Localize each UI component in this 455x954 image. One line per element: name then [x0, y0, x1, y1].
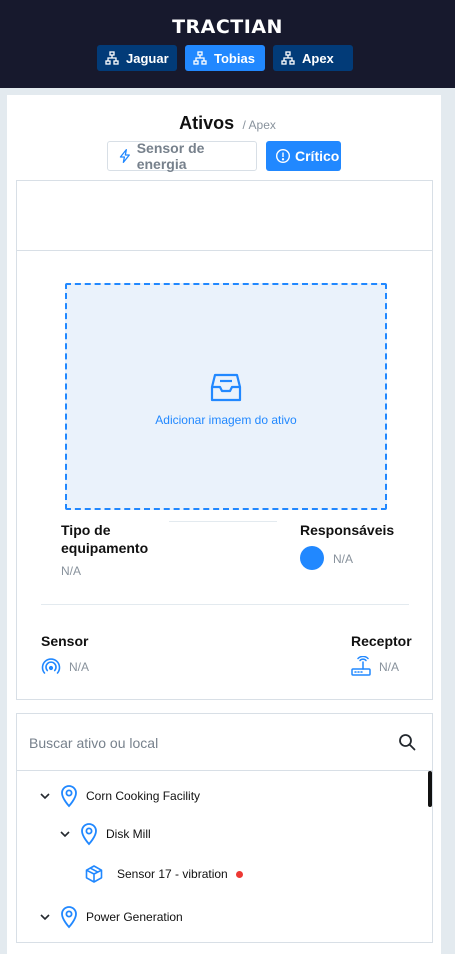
asset-detail-card: Adicionar imagem do ativo Tipo de equipa…	[16, 180, 433, 700]
logo: TRACTIAN	[172, 16, 283, 38]
company-label: Jaguar	[126, 50, 169, 66]
chevron-down-icon[interactable]	[39, 911, 51, 923]
org-tree-icon	[281, 51, 295, 65]
equipment-type-value: N/A	[61, 564, 82, 578]
chevron-down-icon[interactable]	[39, 790, 51, 802]
critical-status-dot	[235, 870, 243, 878]
tree-item-sensor-17-vibration[interactable]: Sensor 17 - vibration	[84, 861, 243, 887]
divider	[41, 604, 409, 605]
divider	[169, 521, 277, 522]
page-title-row: Ativos / Apex	[0, 113, 455, 134]
tree-item-label: Corn Cooking Facility	[86, 789, 201, 803]
tree-item-label: Sensor 17 - vibration	[117, 867, 228, 881]
lightning-icon	[119, 148, 130, 164]
chevron-down-icon[interactable]	[59, 828, 71, 840]
responsibles-label: Responsáveis	[300, 522, 395, 538]
sensor-value: N/A	[69, 660, 90, 674]
org-tree-icon	[105, 51, 119, 65]
router-icon	[351, 656, 371, 676]
search-input[interactable]	[29, 732, 389, 754]
search-bar	[17, 714, 432, 771]
sensor-label: Sensor	[41, 633, 89, 649]
energy-sensor-filter-button[interactable]: Sensor de energia	[107, 140, 257, 172]
location-pin-icon	[61, 785, 77, 808]
company-button-jaguar[interactable]: Jaguar	[97, 45, 177, 71]
company-label: Apex	[302, 50, 334, 66]
breadcrumb: / Apex	[242, 118, 276, 132]
tree-item-label: Disk Mill	[106, 827, 151, 841]
image-upload-area[interactable]: Adicionar imagem do ativo	[65, 283, 387, 510]
responsibles-value: N/A	[333, 552, 354, 566]
info-circle-icon	[275, 148, 291, 164]
top-header: TRACTIAN Jaguar Tobias Apex	[0, 0, 455, 88]
critical-filter-button[interactable]: Crítico	[266, 141, 341, 171]
tree-item-power-generation[interactable]: Power Generation	[39, 904, 183, 930]
page-title: Ativos	[179, 113, 235, 133]
search-icon[interactable]	[398, 733, 416, 751]
org-tree-icon	[193, 51, 207, 65]
company-label: Tobias	[214, 50, 255, 66]
company-button-apex[interactable]: Apex	[273, 45, 353, 71]
scrollbar[interactable]	[428, 771, 432, 807]
sensor-signal-icon	[41, 658, 61, 674]
component-cube-icon	[85, 865, 103, 883]
equipment-type-label: Tipo de equipamento	[61, 522, 149, 556]
critical-filter-label: Crítico	[295, 148, 340, 164]
location-pin-icon	[81, 823, 97, 846]
receiver-label: Receptor	[351, 633, 412, 649]
avatar	[300, 546, 324, 570]
inbox-icon	[210, 373, 242, 402]
location-pin-icon	[61, 906, 77, 929]
company-button-tobias[interactable]: Tobias	[185, 45, 265, 71]
asset-tree-card: Corn Cooking Facility Disk Mill Sensor 1…	[16, 713, 433, 943]
receiver-value: N/A	[379, 660, 400, 674]
tree-item-corn-cooking-facility[interactable]: Corn Cooking Facility	[39, 783, 200, 809]
image-upload-label: Adicionar imagem do ativo	[155, 413, 297, 427]
asset-detail-header	[17, 181, 432, 251]
energy-sensor-filter-label: Sensor de energia	[136, 140, 205, 172]
tree-item-label: Power Generation	[86, 910, 183, 924]
tree-item-disk-mill[interactable]: Disk Mill	[59, 821, 151, 847]
